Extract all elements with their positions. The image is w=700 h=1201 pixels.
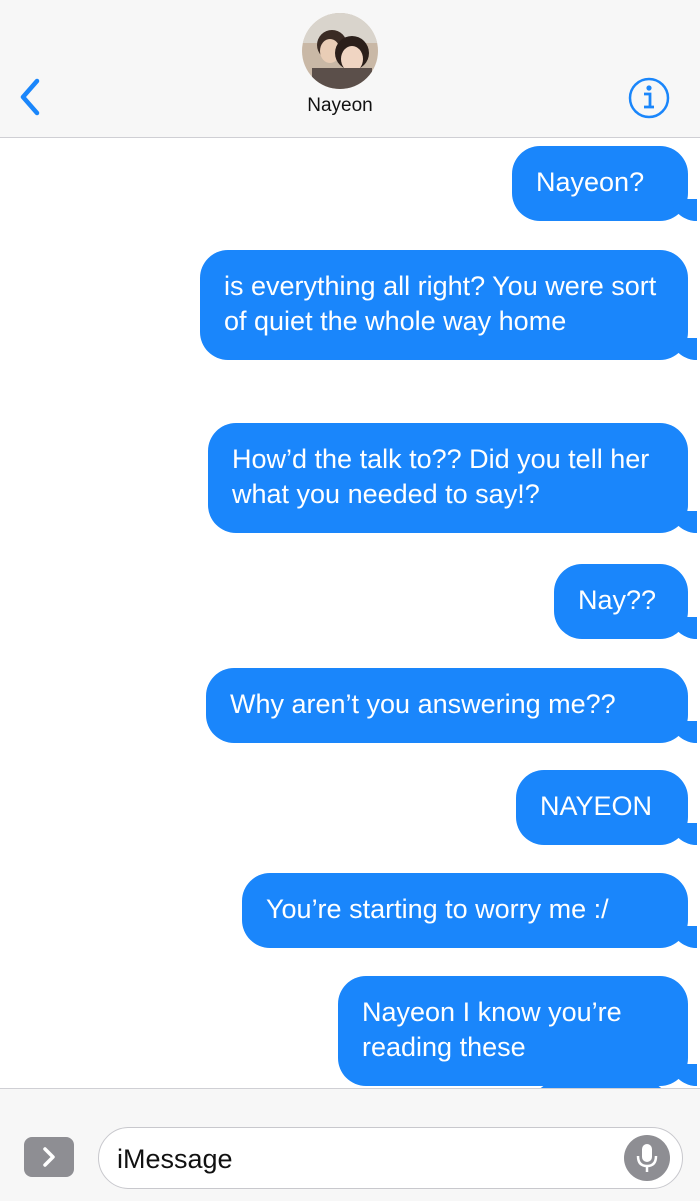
- apps-button[interactable]: [24, 1137, 74, 1177]
- message-text: Nayeon I know you’re reading these: [362, 997, 622, 1062]
- message-bubble[interactable]: Why aren’t you answering me??: [206, 668, 697, 743]
- info-button[interactable]: [626, 75, 672, 121]
- microphone-button[interactable]: [624, 1135, 670, 1181]
- message-bubble[interactable]: Nayeon I know you’re reading these: [338, 976, 697, 1086]
- message-text: How’d the talk to?? Did you tell her wha…: [232, 444, 650, 509]
- message-bubble[interactable]: NAYEON: [516, 770, 697, 845]
- message-text: is everything all right? You were sort o…: [224, 271, 657, 336]
- microphone-icon: [636, 1144, 658, 1172]
- contact-name[interactable]: Nayeon: [0, 95, 680, 117]
- contact-avatar[interactable]: [302, 13, 378, 89]
- conversation-header: Nayeon: [0, 0, 700, 138]
- message-bubble[interactable]: Nayeon?: [512, 146, 697, 221]
- message-text: NAYEON: [540, 791, 653, 821]
- message-list[interactable]: Nayeon? is everything all right? You wer…: [0, 138, 700, 1088]
- message-text: Nay??: [578, 585, 657, 615]
- message-bubble[interactable]: You’re starting to worry me :/: [242, 873, 697, 948]
- message-text: You’re starting to worry me :/: [266, 894, 609, 924]
- info-icon: [628, 77, 670, 119]
- message-text: Why aren’t you answering me??: [230, 689, 616, 719]
- message-bubble[interactable]: How’d the talk to?? Did you tell her wha…: [208, 423, 697, 533]
- chevron-right-icon: [43, 1147, 55, 1167]
- message-bubble[interactable]: is everything all right? You were sort o…: [200, 250, 697, 360]
- message-bubble[interactable]: Nay??: [554, 564, 697, 639]
- message-text: Nayeon?: [536, 167, 645, 197]
- message-input[interactable]: iMessage: [98, 1127, 683, 1189]
- input-bar: iMessage: [0, 1088, 700, 1201]
- message-input-placeholder: iMessage: [117, 1144, 233, 1174]
